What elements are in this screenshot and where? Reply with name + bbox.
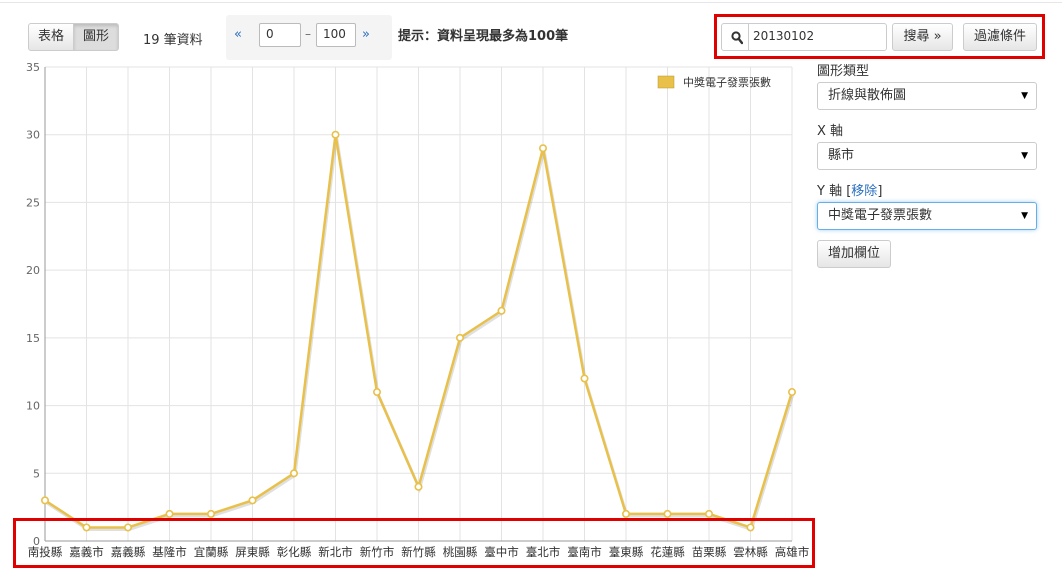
x-tick-label: 高雄市 <box>775 545 810 559</box>
hint-text: 提示：資料呈現最多為100筆 <box>398 29 569 44</box>
data-point <box>621 509 630 518</box>
x-tick-label: 臺中市 <box>484 545 519 559</box>
data-point <box>82 523 91 532</box>
x-tick-label: 新竹縣 <box>401 545 436 559</box>
y-tick-label: 25 <box>26 196 40 209</box>
pager-separator: – <box>305 27 311 41</box>
x-axis-select[interactable]: 縣市 ▼ <box>817 142 1037 170</box>
data-point <box>248 496 257 505</box>
pager: « 0 – 100 » <box>226 15 392 60</box>
x-tick-label: 嘉義市 <box>69 545 104 559</box>
chart-view-tab[interactable]: 圖形 <box>73 23 120 51</box>
filter-conditions-button[interactable]: 過濾條件 <box>963 23 1037 51</box>
data-point <box>663 509 672 518</box>
line-chart: 05101520253035 南投縣 嘉義市 嘉義縣 基隆市 宜蘭縣 屏東縣 彰化縣 新北市新… <box>26 61 810 559</box>
chart-type-label: 圖形類型 <box>817 64 870 79</box>
data-point <box>787 388 796 397</box>
x-tick-label: 南投縣 <box>28 545 63 559</box>
x-tick-label: 基隆市 <box>152 545 187 559</box>
y-tick-label: 30 <box>26 129 40 142</box>
y-axis-remove-link[interactable]: 移除 <box>851 184 877 199</box>
data-point <box>580 374 589 383</box>
search-input[interactable]: 20130102 <box>753 29 814 43</box>
y-tick-label: 15 <box>26 332 40 345</box>
y-tick-label: 10 <box>26 400 40 413</box>
chevron-down-icon: ▼ <box>1021 91 1028 101</box>
search-button[interactable]: 搜尋 » <box>892 23 953 51</box>
pager-from-input[interactable]: 0 <box>259 23 301 47</box>
data-point <box>331 130 340 139</box>
y-tick-label: 5 <box>33 467 40 480</box>
x-tick-label: 彰化縣 <box>277 545 312 559</box>
search-icon <box>731 30 744 49</box>
y-tick-label: 35 <box>26 61 40 74</box>
data-point <box>207 509 216 518</box>
x-tick-label: 臺北市 <box>526 545 561 559</box>
y-axis-value: 中獎電子發票張數 <box>828 208 933 223</box>
y-axis-select[interactable]: 中獎電子發票張數 ▼ <box>817 202 1037 230</box>
x-tick-label: 屏東縣 <box>235 545 270 559</box>
x-tick-label: 臺南市 <box>567 545 602 559</box>
x-axis-value: 縣市 <box>828 148 855 163</box>
add-field-button[interactable]: 增加欄位 <box>817 240 891 268</box>
x-tick-label: 雲林縣 <box>733 545 768 559</box>
data-point <box>165 509 174 518</box>
data-point <box>455 333 464 342</box>
table-view-tab[interactable]: 表格 <box>28 23 75 51</box>
chart-type-select[interactable]: 折線與散佈圖 ▼ <box>817 82 1037 110</box>
series-line-shadow <box>45 136 795 532</box>
y-axis-label-row: Y 軸 [移除] <box>817 184 883 199</box>
y-axis-label: Y 軸 <box>817 184 843 199</box>
legend-label: 中獎電子發票張數 <box>683 75 771 89</box>
x-tick-label: 臺東縣 <box>609 545 644 559</box>
chart-type-value: 折線與散佈圖 <box>828 88 907 103</box>
x-tick-label: 宜蘭縣 <box>194 545 229 559</box>
x-tick-label: 花蓮縣 <box>650 545 685 559</box>
data-point <box>538 144 547 153</box>
data-point <box>124 523 133 532</box>
data-point <box>414 482 423 491</box>
chevron-down-icon: ▼ <box>1021 151 1028 161</box>
view-toggle: 表格 圖形 <box>28 23 120 51</box>
search-divider <box>748 24 749 50</box>
x-tick-label: 新竹市 <box>360 545 395 559</box>
data-point <box>289 469 298 478</box>
chart-legend: 中獎電子發票張數 <box>657 75 771 89</box>
y-tick-label: 20 <box>26 264 40 277</box>
pager-prev-button[interactable]: « <box>234 24 254 48</box>
data-point <box>746 523 755 532</box>
pager-to-input[interactable]: 100 <box>316 23 356 47</box>
data-point <box>40 496 49 505</box>
top-border <box>0 2 1062 3</box>
x-tick-label: 新北市 <box>318 545 353 559</box>
record-count: 19 筆資料 <box>143 33 203 48</box>
data-point <box>497 306 506 315</box>
x-tick-label: 嘉義縣 <box>111 545 146 559</box>
chevron-down-icon: ▼ <box>1021 211 1028 221</box>
data-point <box>372 388 381 397</box>
legend-swatch <box>657 75 675 89</box>
search-field[interactable]: 20130102 <box>721 23 887 51</box>
x-tick-label: 桃園縣 <box>443 545 478 559</box>
pager-next-button[interactable]: » <box>362 24 382 48</box>
x-axis-label: X 軸 <box>817 124 844 139</box>
data-point <box>704 509 713 518</box>
x-tick-label: 苗栗縣 <box>692 545 727 559</box>
